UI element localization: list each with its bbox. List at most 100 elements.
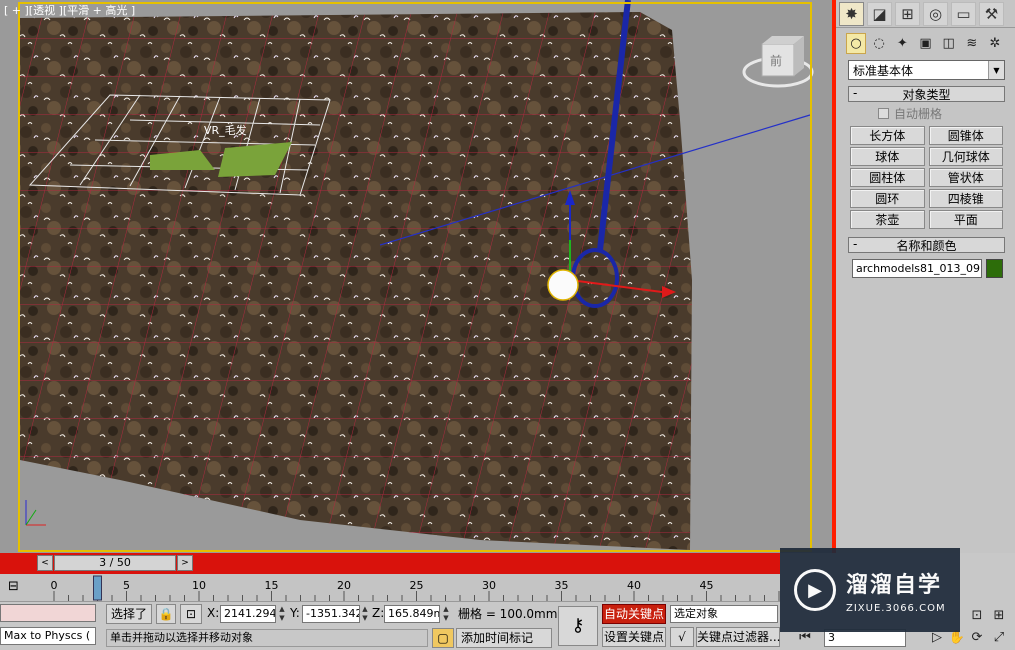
- time-tag-icon[interactable]: ▢: [432, 628, 454, 648]
- time-slider[interactable]: < 3 / 50 >: [0, 553, 780, 574]
- spacewarps-icon[interactable]: ≋: [962, 33, 982, 54]
- shapes-icon[interactable]: ◌: [869, 33, 889, 54]
- tube-button[interactable]: 管状体: [928, 168, 1003, 187]
- command-panel-tabs: ✸ ◪ ⊞ ◎ ▭ ⚒: [836, 0, 1015, 28]
- frame-tick-label: 25: [410, 579, 424, 592]
- viewport-scene[interactable]: VR_毛发 前: [0, 0, 832, 553]
- key-filters-button[interactable]: 关键点过滤器...: [696, 627, 780, 647]
- viewcube[interactable]: 前: [742, 36, 814, 88]
- watermark: ▶ 溜溜自学 ZIXUE.3066.COM: [780, 548, 960, 632]
- prev-frame-button[interactable]: <: [37, 555, 53, 571]
- cone-button[interactable]: 圆锥体: [928, 126, 1003, 145]
- prompt-line: 单击并拖动以选择并移动对象: [106, 629, 428, 647]
- modify-icon[interactable]: ◪: [867, 1, 892, 26]
- object-type-rollout-header[interactable]: - 对象类型: [848, 86, 1005, 102]
- absolute-mode-icon[interactable]: ⊡: [180, 604, 202, 624]
- frame-tick-label: 35: [555, 579, 569, 592]
- y-coordinate-field[interactable]: -1351.342i: [302, 605, 360, 623]
- y-label: Y:: [290, 606, 300, 620]
- y-spinner[interactable]: ▲ ▼: [361, 605, 369, 623]
- display-icon[interactable]: ▭: [951, 1, 976, 26]
- x-label: X:: [207, 606, 220, 620]
- chevron-down-icon: ▼: [988, 61, 1004, 79]
- set-key-button[interactable]: 设置关键点: [602, 627, 666, 647]
- frame-tick-label: 0: [51, 579, 58, 592]
- object-type-title: 对象类型: [902, 87, 951, 102]
- grid-size-label: 栅格 = 100.0mm: [458, 607, 558, 621]
- box-button[interactable]: 长方体: [850, 126, 925, 145]
- torus-button[interactable]: 圆环: [850, 189, 925, 208]
- geosphere-button[interactable]: 几何球体: [928, 147, 1003, 166]
- teapot-button[interactable]: 茶壶: [850, 210, 925, 229]
- viewport-label[interactable]: [ + ][透视 ][平滑 + 高光 ]: [4, 2, 135, 18]
- zoom-all-icon[interactable]: ⊞: [990, 607, 1008, 625]
- z-coordinate-field[interactable]: 165.849mr: [384, 605, 440, 623]
- set-key-icon[interactable]: ⚷: [558, 606, 598, 646]
- maxscript-listener-top[interactable]: [0, 604, 96, 622]
- frame-tick-label: 40: [627, 579, 641, 592]
- frame-tick-label: 45: [700, 579, 714, 592]
- add-time-tag-button[interactable]: 添加时间标记: [456, 628, 552, 648]
- primitive-category-value: 标准基本体: [853, 63, 914, 78]
- autogrid-row[interactable]: 自动栅格: [848, 102, 1005, 124]
- zoom-extents-icon[interactable]: ⊡: [968, 607, 986, 625]
- x-spinner[interactable]: ▲ ▼: [278, 605, 286, 623]
- key-curve-icon[interactable]: √: [670, 627, 694, 647]
- frame-tick-label: 5: [123, 579, 130, 592]
- maximize-viewport-icon[interactable]: ⤢: [990, 629, 1008, 647]
- name-color-rollout: - 名称和颜色 archmodels81_013_09: [848, 237, 1005, 278]
- key-mode-dropdown[interactable]: 选定对象: [670, 605, 778, 623]
- object-name-field[interactable]: archmodels81_013_09: [852, 259, 983, 278]
- watermark-url: ZIXUE.3066.COM: [846, 602, 946, 614]
- helpers-icon[interactable]: ◫: [939, 33, 959, 54]
- sphere-button[interactable]: 球体: [850, 147, 925, 166]
- auto-key-button[interactable]: 自动关键点: [602, 604, 666, 624]
- time-slider-thumb[interactable]: 3 / 50: [54, 555, 176, 571]
- lights-icon[interactable]: ✦: [892, 33, 912, 54]
- maxscript-mini-listener[interactable]: Max to Physcs (: [0, 627, 96, 645]
- vr-fur-label: VR_毛发: [204, 123, 247, 137]
- primitive-buttons: 长方体 圆锥体 球体 几何球体 圆柱体 管状体 圆环 四棱锥 茶壶 平面: [848, 124, 1005, 229]
- motion-icon[interactable]: ◎: [923, 1, 948, 26]
- object-type-rollout: - 对象类型 自动栅格 长方体 圆锥体 球体 几何球体 圆柱体 管状体 圆环 四…: [848, 86, 1005, 229]
- autogrid-label: 自动栅格: [894, 107, 943, 121]
- frame-tick-label: 10: [192, 579, 206, 592]
- track-bar[interactable]: ⊟ 0 5 10 15 20 25 30 35 40 45: [0, 574, 780, 602]
- z-label: Z:: [372, 606, 385, 620]
- cylinder-button[interactable]: 圆柱体: [850, 168, 925, 187]
- object-color-swatch[interactable]: [986, 259, 1003, 278]
- name-color-row: archmodels81_013_09: [848, 253, 1005, 278]
- frame-tick-label: 20: [337, 579, 351, 592]
- viewcube-face-label: 前: [770, 53, 782, 68]
- collapse-icon: -: [853, 86, 858, 100]
- perspective-viewport[interactable]: VR_毛发 前 [ + ][透视 ][平滑 + 高光]: [0, 0, 832, 553]
- plane-button[interactable]: 平面: [928, 210, 1003, 229]
- frame-tick-label: 30: [482, 579, 496, 592]
- autogrid-checkbox[interactable]: [878, 108, 889, 119]
- frame-tick-label: 15: [265, 579, 279, 592]
- frame-ruler[interactable]: 0 5 10 15 20 25 30 35 40 45: [0, 574, 780, 602]
- status-bar: Max to Physcs ( 选择了 🔒 ⊡ X: 2141.294m ▲▼ …: [0, 602, 780, 650]
- orbit-icon[interactable]: ⟳: [968, 629, 986, 647]
- next-frame-button[interactable]: >: [177, 555, 193, 571]
- x-coordinate-field[interactable]: 2141.294m: [220, 605, 276, 623]
- z-spinner[interactable]: ▲ ▼: [442, 605, 450, 623]
- name-color-title: 名称和颜色: [896, 238, 957, 253]
- collapse-icon: -: [853, 237, 858, 251]
- primitive-category-dropdown[interactable]: 标准基本体 ▼: [848, 60, 1005, 80]
- geometry-icon[interactable]: ○: [846, 32, 867, 54]
- create-icon[interactable]: ✸: [839, 1, 864, 26]
- play-logo-icon: ▶: [794, 569, 836, 611]
- name-color-rollout-header[interactable]: - 名称和颜色: [848, 237, 1005, 253]
- hierarchy-icon[interactable]: ⊞: [895, 1, 920, 26]
- lock-icon[interactable]: 🔒: [156, 604, 176, 624]
- utilities-icon[interactable]: ⚒: [979, 1, 1004, 26]
- pyramid-button[interactable]: 四棱锥: [928, 189, 1003, 208]
- command-panel: ✸ ◪ ⊞ ◎ ▭ ⚒ ○ ◌ ✦ ▣ ◫ ≋ ✲ 标准基本体 ▼ - 对象类型…: [832, 0, 1015, 553]
- world-axis-icon: [25, 500, 46, 526]
- cameras-icon[interactable]: ▣: [915, 33, 935, 54]
- systems-icon[interactable]: ✲: [985, 33, 1005, 54]
- create-subcategories: ○ ◌ ✦ ▣ ◫ ≋ ✲: [836, 28, 1015, 58]
- current-frame-marker[interactable]: [93, 575, 102, 601]
- selection-count-label: 选择了: [106, 604, 152, 624]
